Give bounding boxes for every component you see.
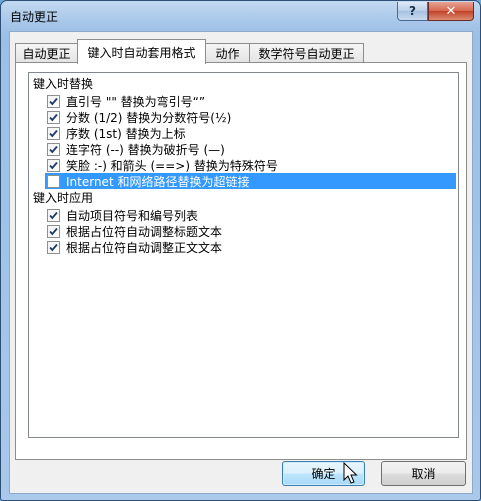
- tab-actions[interactable]: 动作: [205, 43, 250, 63]
- option-smart-quotes[interactable]: 直引号 "" 替换为弯引号“”: [47, 93, 205, 109]
- tab-autocorrect[interactable]: 自动更正: [15, 43, 78, 63]
- group-label-apply: 键入时应用: [33, 191, 94, 205]
- checkbox-ordinals[interactable]: [47, 126, 60, 140]
- option-auto-bullets[interactable]: 自动项目符号和编号列表: [47, 207, 198, 223]
- title-bar[interactable]: 自动更正 ? ✕: [1, 1, 480, 31]
- option-label: 笑脸 :-) 和箭头 (==>) 替换为特殊符号: [66, 158, 278, 173]
- checkmark-icon: [49, 129, 58, 137]
- checkmark-icon: [49, 97, 58, 105]
- checkmark-icon: [49, 243, 58, 251]
- checkbox-hyperlinks[interactable]: [47, 174, 60, 188]
- checkbox-autofit-body[interactable]: [47, 240, 60, 254]
- dialog-client-area: 自动更正 键入时自动套用格式 动作 数学符号自动更正 键入时替换 直引号 "" …: [9, 31, 473, 494]
- checkmark-icon: [49, 211, 58, 219]
- option-label: 序数 (1st) 替换为上标: [66, 126, 186, 141]
- checkbox-fractions[interactable]: [47, 110, 60, 124]
- checkbox-auto-bullets[interactable]: [47, 208, 60, 222]
- option-label: Internet 和网络路径替换为超链接: [66, 174, 250, 189]
- cancel-button[interactable]: 取消: [381, 461, 466, 486]
- mouse-cursor-icon: [343, 462, 358, 484]
- checkbox-dashes[interactable]: [47, 142, 60, 156]
- option-dashes[interactable]: 连字符 (--) 替换为破折号 (—): [47, 141, 225, 157]
- checkmark-icon: [49, 113, 58, 121]
- option-autofit-title[interactable]: 根据占位符自动调整标题文本: [47, 223, 222, 239]
- tab-panel: 键入时替换 直引号 "" 替换为弯引号“” 分数 (1/2) 替换为分数符号(½…: [15, 62, 467, 460]
- checkmark-icon: [49, 227, 58, 235]
- window-title: 自动更正: [10, 10, 59, 24]
- close-icon: ✕: [445, 3, 457, 19]
- tab-autoformat-as-you-type[interactable]: 键入时自动套用格式: [77, 39, 206, 64]
- option-ordinals[interactable]: 序数 (1st) 替换为上标: [47, 125, 186, 141]
- option-fractions[interactable]: 分数 (1/2) 替换为分数符号(½): [47, 109, 231, 125]
- option-label: 自动项目符号和编号列表: [66, 208, 199, 223]
- option-label: 分数 (1/2) 替换为分数符号(½): [66, 110, 232, 125]
- checkbox-autofit-title[interactable]: [47, 224, 60, 238]
- checkbox-smart-quotes[interactable]: [47, 94, 60, 108]
- option-smileys-arrows[interactable]: 笑脸 :-) 和箭头 (==>) 替换为特殊符号: [47, 157, 278, 173]
- option-hyperlinks[interactable]: Internet 和网络路径替换为超链接: [45, 173, 456, 189]
- group-label-replace: 键入时替换: [33, 77, 94, 91]
- checkmark-icon: [49, 161, 58, 169]
- options-list[interactable]: 键入时替换 直引号 "" 替换为弯引号“” 分数 (1/2) 替换为分数符号(½…: [28, 72, 459, 438]
- checkbox-smileys-arrows[interactable]: [47, 158, 60, 172]
- option-label: 连字符 (--) 替换为破折号 (—): [66, 142, 225, 157]
- autocorrect-dialog: 自动更正 ? ✕ 自动更正 键入时自动套用格式 动作 数学符号自动更正 键入时替…: [0, 0, 481, 501]
- checkmark-icon: [49, 145, 58, 153]
- tab-math-autocorrect[interactable]: 数学符号自动更正: [249, 43, 364, 63]
- option-label: 根据占位符自动调整标题文本: [66, 224, 223, 239]
- option-label: 根据占位符自动调整正文文本: [66, 240, 223, 255]
- help-button[interactable]: ?: [397, 2, 428, 21]
- close-button[interactable]: ✕: [428, 2, 474, 21]
- option-label: 直引号 "" 替换为弯引号“”: [66, 94, 206, 109]
- option-autofit-body[interactable]: 根据占位符自动调整正文文本: [47, 239, 222, 255]
